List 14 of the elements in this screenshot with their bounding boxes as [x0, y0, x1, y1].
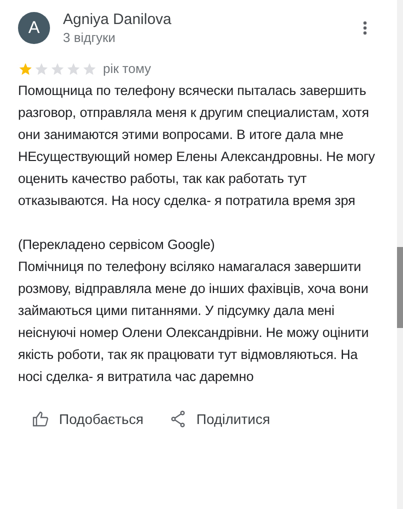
scrollbar-thumb[interactable]	[397, 247, 403, 328]
thumbs-up-icon	[32, 410, 50, 428]
translated-text: Помічниця по телефону всіляко намагалася завершити розмову, відправляла мене до інших фахівців, хоча вони займаються цими питаннями. У підсумку дала мені неіснуючі номер Олени Олександрівни. Не можу оцінити якість роботи, так як працювати тут відмовляються. На носі сделка- я витратила час даремно	[18, 258, 370, 386]
translation-note: (Перекладено сервісом Google)	[18, 236, 216, 254]
like-button[interactable]: Подобається	[32, 406, 144, 432]
avatar: A	[18, 12, 50, 44]
share-button[interactable]: Поділитися	[169, 406, 270, 432]
review-count: 3 відгуки	[63, 29, 116, 46]
scrollbar[interactable]	[397, 0, 403, 509]
more-options-icon[interactable]	[363, 21, 367, 35]
reviewer-name[interactable]: Agniya Danilova	[63, 10, 363, 29]
review-text: Помощница по телефону всячески пыталась завершить разговор, отправляла меня к другим специалистам, хотя они занимаются этими вопросами. В итоге дала мне НЕсуществующий номер Елены Александровны. Не могу оценить качество работы, так как работать тут отказываются. На носу сделка- я потратила время зря	[18, 82, 376, 210]
review-date: рік тому	[103, 61, 152, 76]
share-icon	[169, 410, 188, 428]
